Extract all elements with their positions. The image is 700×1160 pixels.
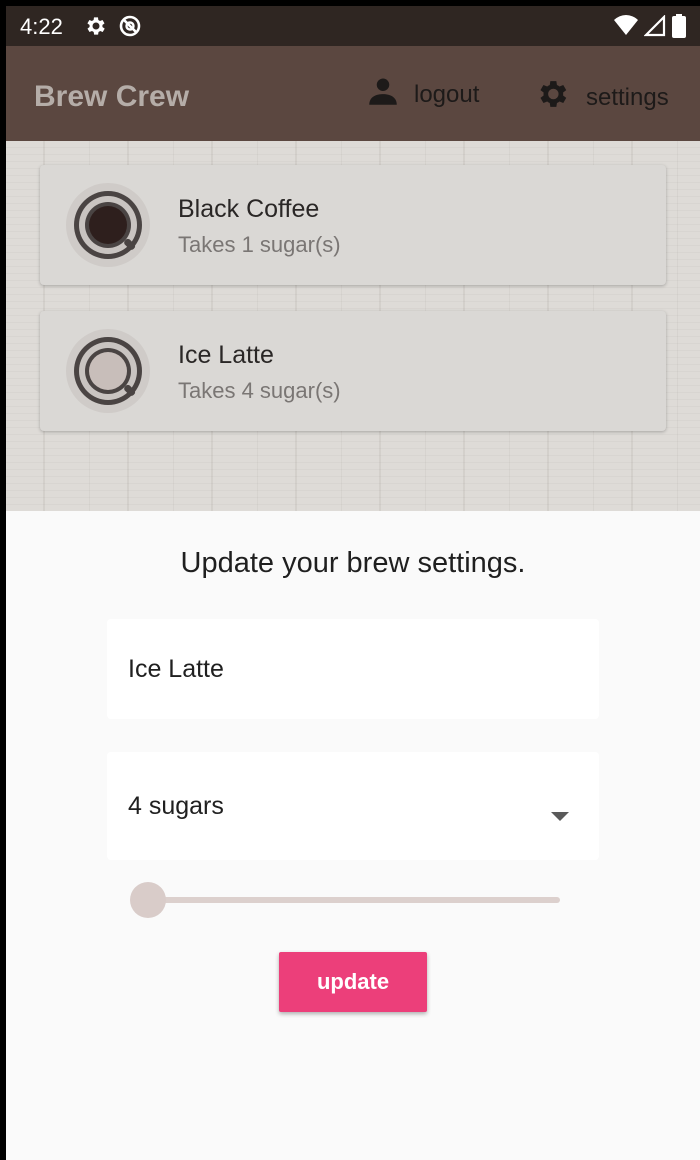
settings-bottom-sheet: Update your brew settings. 4 sugars upda…: [6, 511, 700, 1160]
brew-name: Ice Latte: [178, 341, 274, 369]
app-title: Brew Crew: [34, 80, 190, 113]
brew-name-input[interactable]: [128, 654, 568, 684]
brew-name: Black Coffee: [178, 195, 320, 223]
update-button[interactable]: update: [279, 952, 427, 1012]
status-icons-left: [84, 14, 142, 43]
settings-label: settings: [586, 83, 669, 111]
slider-track[interactable]: [148, 897, 560, 903]
brew-list: Black Coffee Takes 1 sugar(s) Ice Latte …: [6, 141, 700, 511]
coffee-cup-avatar: [66, 329, 150, 413]
no-sync-icon: [118, 14, 142, 43]
status-icons-right: [614, 14, 686, 43]
status-bar: 4:22: [6, 6, 700, 46]
sugars-selected-value: 4 sugars: [128, 791, 224, 820]
brew-card[interactable]: Ice Latte Takes 4 sugar(s): [40, 311, 666, 431]
settings-button[interactable]: settings: [534, 76, 669, 119]
app-bar: Brew Crew logout settings: [6, 46, 700, 141]
person-icon: [368, 76, 398, 113]
signal-icon: [643, 14, 666, 42]
logout-button[interactable]: logout: [368, 76, 479, 113]
strength-slider[interactable]: [130, 880, 560, 920]
brew-card[interactable]: Black Coffee Takes 1 sugar(s): [40, 165, 666, 285]
sheet-title: Update your brew settings.: [180, 547, 526, 579]
coffee-cup-avatar: [66, 183, 150, 267]
brew-sugar-info: Takes 4 sugar(s): [178, 378, 341, 403]
slider-thumb[interactable]: [130, 882, 166, 918]
brew-name-field[interactable]: [107, 619, 599, 719]
gear-icon: [84, 14, 108, 43]
wifi-icon: [614, 15, 638, 42]
dropdown-arrow-icon: [551, 800, 569, 829]
app-screen: 4:22 Brew Crew logout settings Black Cof…: [6, 6, 700, 1160]
battery-icon: [672, 14, 686, 43]
settings-icon: [534, 76, 570, 119]
logout-label: logout: [414, 80, 480, 108]
brew-sugar-info: Takes 1 sugar(s): [178, 232, 341, 257]
sugars-dropdown[interactable]: 4 sugars: [107, 752, 599, 860]
status-time: 4:22: [20, 14, 63, 39]
